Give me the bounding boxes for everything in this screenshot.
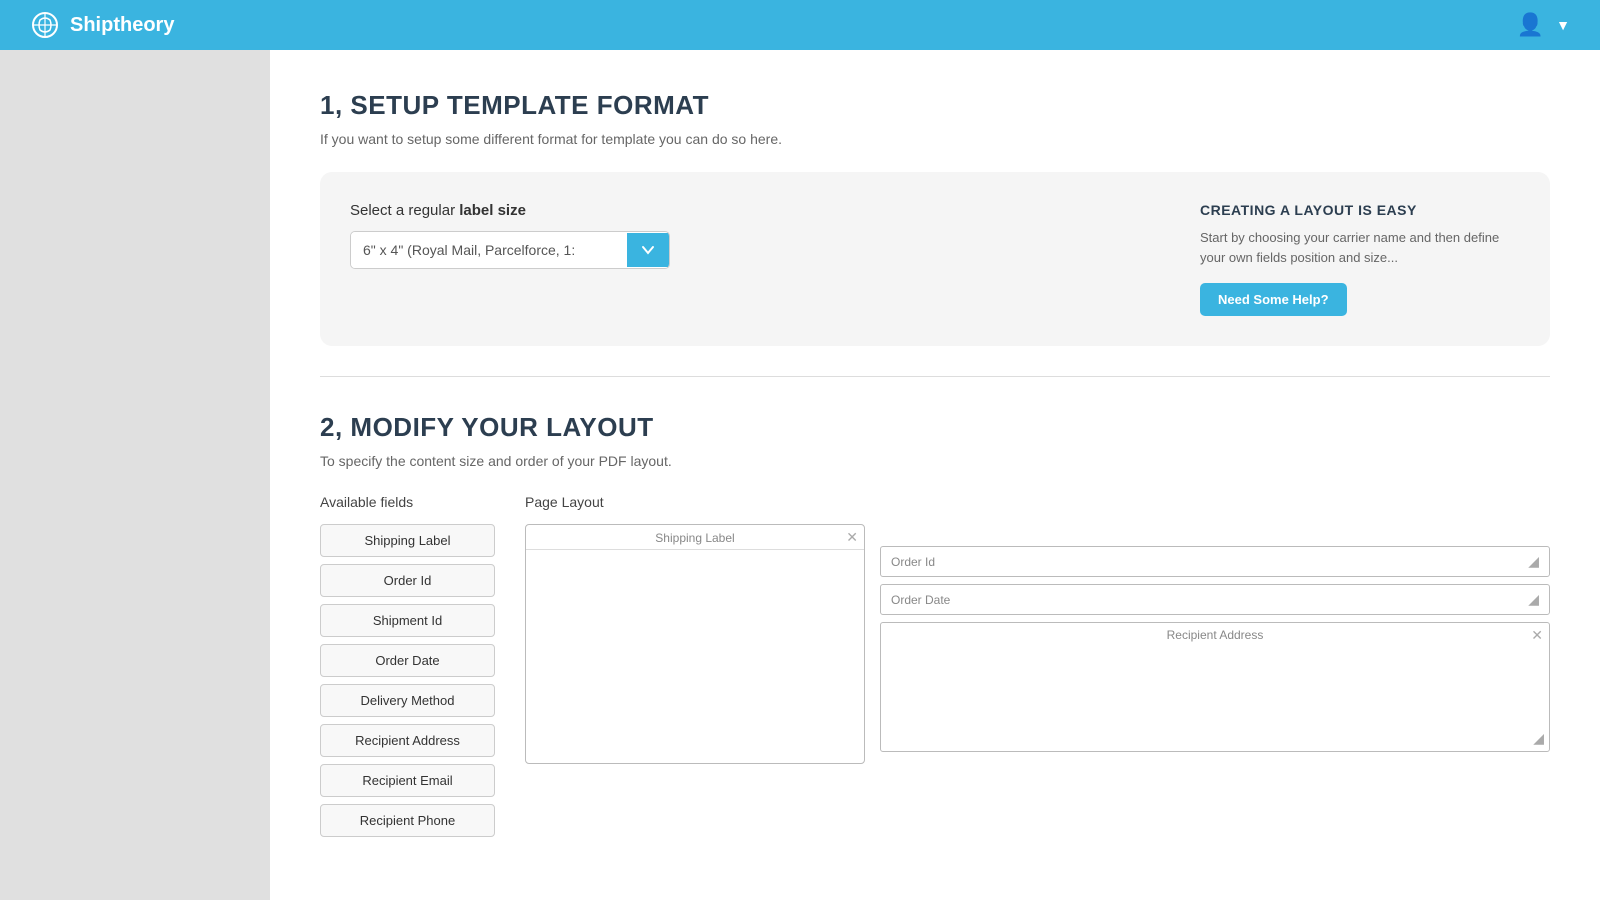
- recipient-address-close-icon[interactable]: ✕: [1531, 627, 1543, 644]
- layout-field-order-date-label: Order Date: [891, 593, 950, 607]
- resize-icon-order-date: ◢: [1528, 591, 1539, 608]
- section2-description: To specify the content size and order of…: [320, 453, 1550, 469]
- section1-description: If you want to setup some different form…: [320, 131, 1550, 147]
- field-recipient-email[interactable]: Recipient Email: [320, 764, 495, 797]
- setup-card: Select a regular label size CREATING A L…: [320, 172, 1550, 346]
- shipping-label-close-icon[interactable]: ✕: [846, 529, 858, 546]
- logo-icon: [30, 10, 60, 40]
- sidebar: [0, 50, 270, 900]
- label-select-area: Select a regular label size: [350, 202, 1140, 269]
- label-size-dropdown-button[interactable]: [627, 233, 669, 267]
- page-layout-column: Page Layout Shipping Label ✕ Order Id: [525, 494, 1550, 844]
- field-shipping-label[interactable]: Shipping Label: [320, 524, 495, 557]
- page-layout-label: Page Layout: [525, 494, 1550, 510]
- recipient-address-box-title: Recipient Address: [881, 623, 1549, 647]
- section2-title: 2, MODIFY YOUR LAYOUT: [320, 412, 1550, 443]
- shipping-label-box-title: Shipping Label: [526, 525, 864, 550]
- chevron-down-icon[interactable]: ▼: [1556, 17, 1570, 33]
- main-content: 1, SETUP TEMPLATE FORMAT If you want to …: [270, 50, 1600, 900]
- field-delivery-method[interactable]: Delivery Method: [320, 684, 495, 717]
- user-icon[interactable]: 👤: [1517, 12, 1544, 38]
- layout-field-recipient-address[interactable]: Recipient Address ✕ ◢: [880, 622, 1550, 752]
- field-order-id[interactable]: Order Id: [320, 564, 495, 597]
- app-header: Shiptheory 👤 ▼: [0, 0, 1600, 50]
- available-fields-label: Available fields: [320, 494, 495, 510]
- field-recipient-phone[interactable]: Recipient Phone: [320, 804, 495, 837]
- help-area: CREATING A LAYOUT IS EASY Start by choos…: [1200, 202, 1520, 316]
- fields-layout: Available fields Shipping Label Order Id…: [320, 494, 1550, 844]
- page-layout-area: Page Layout Shipping Label ✕ Order Id: [525, 494, 1550, 844]
- main-layout: 1, SETUP TEMPLATE FORMAT If you want to …: [0, 50, 1600, 900]
- available-fields-column: Available fields Shipping Label Order Id…: [320, 494, 495, 844]
- shipping-label-layout-box[interactable]: Shipping Label ✕: [525, 524, 865, 764]
- recipient-address-resize-handle[interactable]: ◢: [1533, 730, 1544, 747]
- resize-icon-order-id: ◢: [1528, 553, 1539, 570]
- label-size-select-wrapper[interactable]: [350, 231, 670, 269]
- logo: Shiptheory: [30, 10, 174, 40]
- help-text: Start by choosing your carrier name and …: [1200, 228, 1520, 267]
- spacer: [880, 524, 1550, 546]
- layout-field-order-id-label: Order Id: [891, 555, 935, 569]
- section1-title: 1, SETUP TEMPLATE FORMAT: [320, 90, 1550, 121]
- logo-text: Shiptheory: [70, 14, 174, 37]
- label-size-input[interactable]: [351, 232, 627, 268]
- layout-field-order-date[interactable]: Order Date ◢: [880, 584, 1550, 615]
- chevron-down-icon: [641, 243, 655, 257]
- field-order-date[interactable]: Order Date: [320, 644, 495, 677]
- right-layout-fields: Order Id ◢ Order Date ◢ Recipient Addres…: [880, 524, 1550, 764]
- help-button[interactable]: Need Some Help?: [1200, 283, 1347, 316]
- help-title: CREATING A LAYOUT IS EASY: [1200, 202, 1520, 218]
- layout-panels: Shipping Label ✕ Order Id ◢ Order Date: [525, 524, 1550, 764]
- field-shipment-id[interactable]: Shipment Id: [320, 604, 495, 637]
- label-size-label: Select a regular label size: [350, 202, 1140, 219]
- field-recipient-address[interactable]: Recipient Address: [320, 724, 495, 757]
- header-right: 👤 ▼: [1517, 12, 1570, 38]
- layout-field-order-id[interactable]: Order Id ◢: [880, 546, 1550, 577]
- section-divider: [320, 376, 1550, 377]
